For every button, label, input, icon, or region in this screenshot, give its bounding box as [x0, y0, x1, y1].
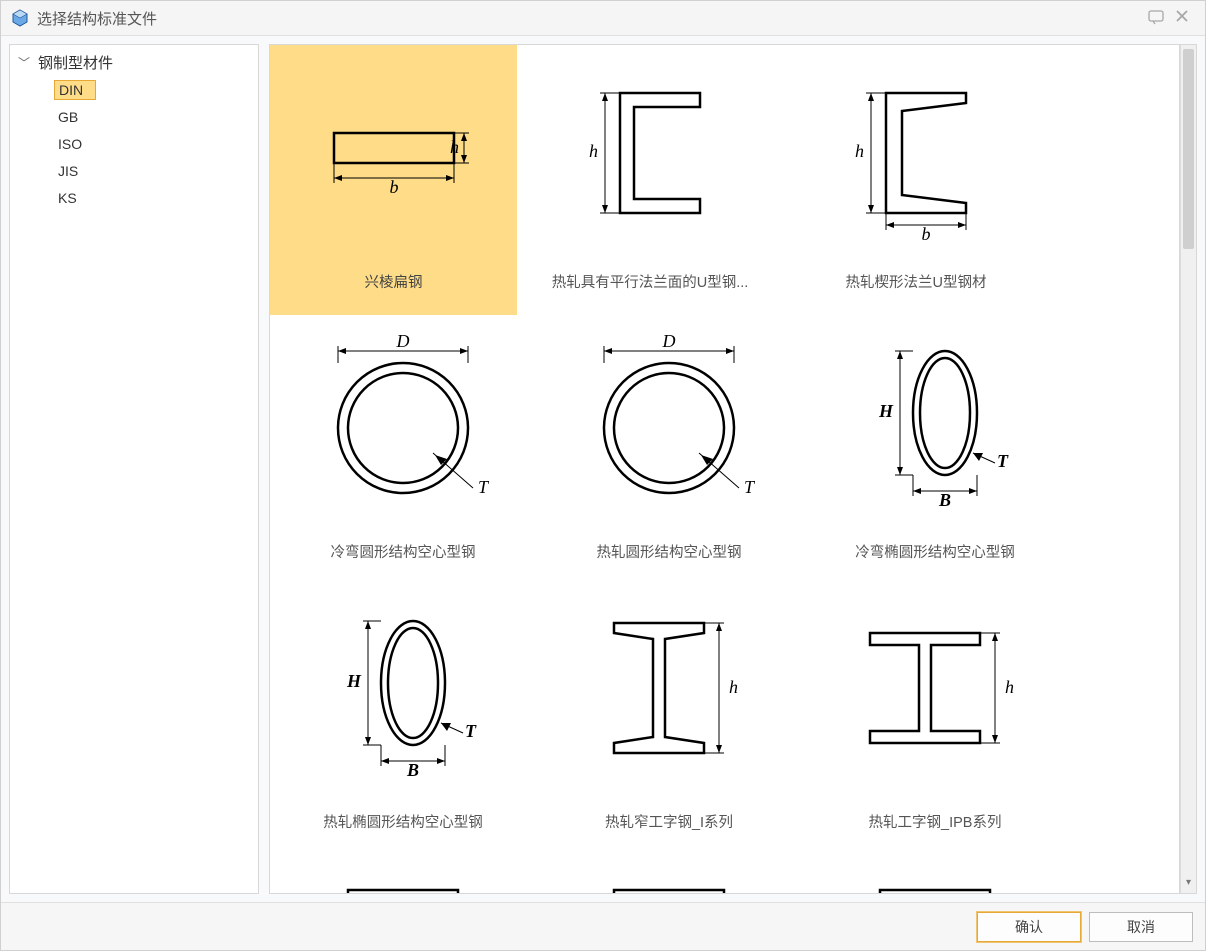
chevron-down-icon[interactable]: ﹀ — [18, 54, 34, 71]
profile-card-circle-hollow-hot[interactable]: D T 热轧圆形结构空心型钢 — [536, 315, 802, 585]
profiles-grid[interactable]: b h 兴棱扁钢 — [269, 44, 1180, 894]
tree-item-ks[interactable]: KS — [10, 184, 258, 211]
profile-label: 热轧具有平行法兰面的U型钢... — [552, 271, 749, 292]
help-icon[interactable] — [1143, 9, 1169, 27]
profile-card-i-wide-ipb[interactable]: h 热轧工字钢_IPB系列 — [802, 585, 1068, 855]
svg-text:h: h — [729, 677, 738, 697]
profile-card-partial[interactable] — [802, 855, 1068, 894]
profile-label: 冷弯椭圆形结构空心型钢 — [855, 541, 1015, 562]
profile-label: 冷弯圆形结构空心型钢 — [331, 541, 476, 562]
svg-text:H: H — [346, 671, 362, 691]
svg-text:h: h — [855, 141, 864, 161]
svg-text:T: T — [465, 721, 477, 741]
profile-card-ellipse-hollow-cold[interactable]: H B T 冷弯椭圆形结构空心型钢 — [802, 315, 1068, 585]
ok-button-label: 确认 — [1015, 917, 1043, 937]
svg-text:B: B — [938, 490, 951, 510]
dialog-body: ﹀ 钢制型材件 DIN GB ISO JIS KS — [1, 36, 1205, 902]
svg-text:h: h — [450, 137, 459, 157]
profile-label: 热轧工字钢_IPB系列 — [869, 811, 1002, 832]
titlebar: 选择结构标准文件 — [1, 1, 1205, 36]
svg-text:b: b — [922, 224, 931, 244]
tree-item-label: ISO — [54, 134, 86, 154]
cancel-button-label: 取消 — [1127, 917, 1155, 937]
profile-card-partial[interactable] — [536, 855, 802, 894]
u-channel-parallel-icon: h — [560, 63, 740, 243]
tree-root-label: 钢制型材件 — [34, 50, 117, 75]
tree-item-gb[interactable]: GB — [10, 103, 258, 130]
tree-item-label: KS — [54, 188, 81, 208]
scroll-down-icon[interactable]: ▾ — [1181, 877, 1196, 893]
cancel-button[interactable]: 取消 — [1089, 912, 1193, 942]
profile-card-partial[interactable] — [270, 855, 536, 894]
svg-text:h: h — [1005, 677, 1014, 697]
svg-text:T: T — [478, 477, 490, 497]
flat-bar-icon: b h — [304, 63, 484, 243]
vertical-scrollbar[interactable]: ▾ — [1180, 44, 1197, 894]
ellipse-hollow-icon: H B T — [845, 333, 1025, 513]
dialog-footer: 确认 取消 — [1, 902, 1205, 950]
tree-root[interactable]: ﹀ 钢制型材件 — [10, 49, 258, 76]
tree-item-din[interactable]: DIN — [10, 76, 258, 103]
profile-label: 热轧圆形结构空心型钢 — [597, 541, 742, 562]
profile-label: 热轧楔形法兰U型钢材 — [846, 271, 987, 292]
profile-label: 热轧窄工字钢_I系列 — [605, 811, 733, 832]
profile-label: 兴棱扁钢 — [365, 271, 423, 292]
i-beam-wide-icon: h — [845, 603, 1025, 783]
svg-text:D: D — [396, 331, 410, 351]
profile-card-i-narrow[interactable]: h 热轧窄工字钢_I系列 — [536, 585, 802, 855]
ok-button[interactable]: 确认 — [977, 912, 1081, 942]
profile-card-flat-bar[interactable]: b h 兴棱扁钢 — [270, 45, 517, 315]
profile-label: 热轧椭圆形结构空心型钢 — [323, 811, 483, 832]
tree-item-iso[interactable]: ISO — [10, 130, 258, 157]
tree-item-jis[interactable]: JIS — [10, 157, 258, 184]
scrollbar-thumb[interactable] — [1183, 49, 1194, 249]
standards-tree[interactable]: ﹀ 钢制型材件 DIN GB ISO JIS KS — [9, 44, 259, 894]
circle-hollow-icon: D T — [313, 333, 493, 513]
svg-text:D: D — [662, 331, 676, 351]
tree-item-label: DIN — [54, 80, 96, 100]
svg-text:B: B — [406, 760, 419, 780]
u-channel-tapered-icon: h b — [826, 63, 1006, 243]
svg-text:h: h — [589, 141, 598, 161]
dialog-window: 选择结构标准文件 ﹀ 钢制型材件 DIN GB ISO JIS — [0, 0, 1206, 951]
profile-card-u-parallel[interactable]: h 热轧具有平行法兰面的U型钢... — [517, 45, 783, 315]
svg-text:T: T — [997, 451, 1009, 471]
svg-text:H: H — [878, 401, 894, 421]
ellipse-hollow-icon: H B T — [313, 603, 493, 783]
app-icon — [11, 9, 29, 27]
window-title: 选择结构标准文件 — [37, 8, 157, 29]
svg-text:T: T — [744, 477, 756, 497]
tree-item-label: JIS — [54, 161, 82, 181]
svg-text:b: b — [389, 177, 398, 197]
profile-card-circle-hollow-cold[interactable]: D T 冷弯圆形结构空心型钢 — [270, 315, 536, 585]
profile-card-ellipse-hollow-hot[interactable]: H B T 热轧椭圆形结构空心型钢 — [270, 585, 536, 855]
circle-hollow-icon: D T — [579, 333, 759, 513]
close-icon[interactable] — [1169, 9, 1195, 27]
tree-item-label: GB — [54, 107, 82, 127]
profile-card-u-tapered[interactable]: h b 热轧楔形法兰U型钢材 — [783, 45, 1049, 315]
i-beam-narrow-icon: h — [579, 603, 759, 783]
content-wrap: b h 兴棱扁钢 — [269, 44, 1197, 894]
